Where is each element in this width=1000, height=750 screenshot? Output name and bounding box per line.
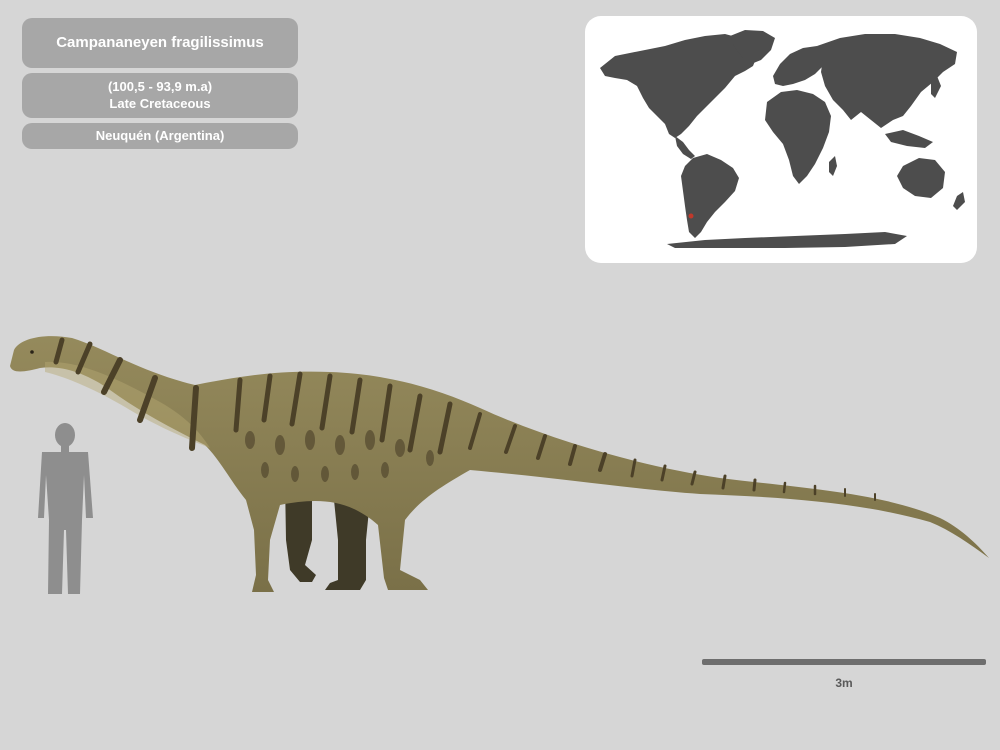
location-label: Neuquén (Argentina) [22, 123, 298, 149]
species-name-label: Campananeyen fragilissimus [22, 18, 298, 68]
dinosaur-body [10, 336, 989, 592]
scale-bar [702, 659, 986, 665]
epoch-name: Late Cretaceous [109, 96, 211, 111]
central-america-shape [675, 136, 695, 159]
world-map-graphic [600, 30, 965, 248]
africa-shape [765, 90, 831, 184]
scale-label: 3m [835, 676, 853, 690]
australia-shape [897, 158, 945, 198]
dinosaur-eye [30, 350, 34, 354]
south-america-shape [681, 154, 739, 238]
new-zealand-shape [953, 192, 965, 210]
continents [600, 30, 965, 248]
age-range: (100,5 - 93,9 m.a) [107, 79, 213, 94]
madagascar-shape [829, 156, 837, 176]
size-comparison-figure [0, 300, 1000, 610]
size-comparison-graphic [10, 336, 989, 594]
geologic-period-label: (100,5 - 93,9 m.a) Late Cretaceous [22, 73, 298, 118]
southeast-asia-islands-shape [885, 130, 933, 148]
human-silhouette [38, 423, 93, 594]
europe-shape [773, 46, 825, 86]
location-name: Neuquén (Argentina) [95, 128, 225, 143]
antarctica-shape [667, 232, 907, 248]
locality-marker [688, 213, 694, 219]
species-name: Campananeyen fragilissimus [56, 34, 264, 51]
world-map [585, 16, 977, 263]
north-america-shape [600, 34, 757, 138]
